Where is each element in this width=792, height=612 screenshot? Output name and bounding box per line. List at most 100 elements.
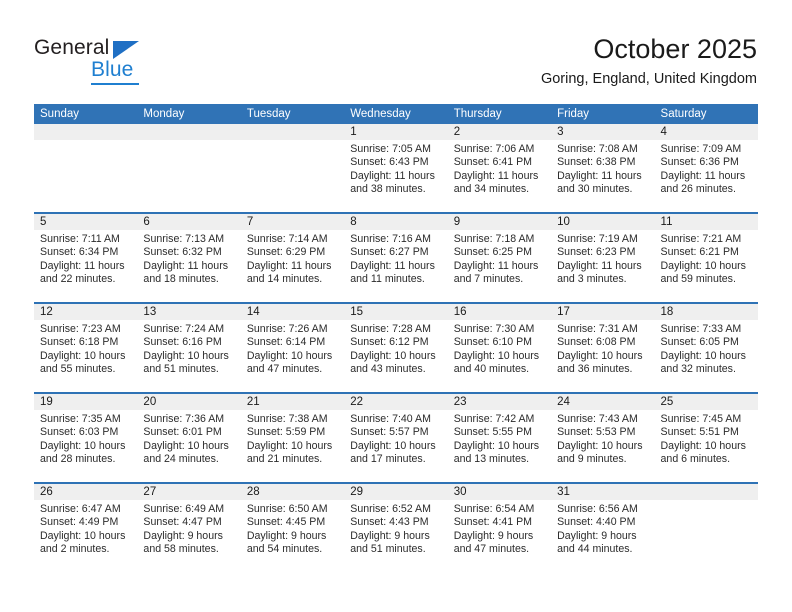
day-cell[interactable]: Sunrise: 6:47 AM Sunset: 4:49 PM Dayligh… — [34, 500, 137, 572]
day-number[interactable] — [655, 484, 758, 500]
day-cell[interactable]: Sunrise: 6:54 AM Sunset: 4:41 PM Dayligh… — [448, 500, 551, 572]
day-number[interactable]: 21 — [241, 394, 344, 410]
day-number[interactable]: 26 — [34, 484, 137, 500]
day-cell[interactable]: Sunrise: 7:38 AM Sunset: 5:59 PM Dayligh… — [241, 410, 344, 482]
day-number[interactable]: 7 — [241, 214, 344, 230]
day-number[interactable]: 31 — [551, 484, 654, 500]
sunrise-text: Sunrise: 7:11 AM — [40, 233, 120, 245]
weekday-header-wednesday: Wednesday — [350, 108, 411, 120]
day-cell[interactable]: Sunrise: 6:56 AM Sunset: 4:40 PM Dayligh… — [551, 500, 654, 572]
day-number[interactable] — [137, 124, 240, 140]
brand-logo[interactable]: General Blue — [34, 36, 234, 85]
day-cell[interactable]: Sunrise: 7:16 AM Sunset: 6:27 PM Dayligh… — [344, 230, 447, 302]
day-number[interactable]: 18 — [655, 304, 758, 320]
daylight-text-line1: Daylight: 11 hours — [453, 169, 539, 182]
sunrise-text: Sunrise: 6:50 AM — [246, 503, 328, 515]
day-cell[interactable] — [34, 140, 137, 212]
day-cell[interactable]: Sunrise: 7:23 AM Sunset: 6:18 PM Dayligh… — [34, 320, 137, 392]
day-number[interactable] — [241, 124, 344, 140]
day-cell[interactable]: Sunrise: 7:19 AM Sunset: 6:23 PM Dayligh… — [551, 230, 654, 302]
sunrise-text: Sunrise: 7:36 AM — [143, 413, 225, 425]
day-cell[interactable] — [655, 500, 758, 572]
day-cell[interactable]: Sunrise: 7:09 AM Sunset: 6:36 PM Dayligh… — [655, 140, 758, 212]
daylight-text-line2: and 22 minutes. — [40, 272, 116, 285]
week-row: 5 6 7 8 9 10 11 Sunrise: 7:11 AM Sunset:… — [34, 212, 758, 302]
sunrise-text: Sunrise: 7:33 AM — [660, 323, 742, 335]
day-cell[interactable]: Sunrise: 7:06 AM Sunset: 6:41 PM Dayligh… — [448, 140, 551, 212]
day-cell[interactable]: Sunrise: 7:36 AM Sunset: 6:01 PM Dayligh… — [137, 410, 240, 482]
day-cell[interactable]: Sunrise: 7:28 AM Sunset: 6:12 PM Dayligh… — [344, 320, 447, 392]
day-number[interactable]: 29 — [344, 484, 447, 500]
day-number[interactable]: 15 — [344, 304, 447, 320]
day-number[interactable]: 6 — [137, 214, 240, 230]
day-cell[interactable]: Sunrise: 7:14 AM Sunset: 6:29 PM Dayligh… — [241, 230, 344, 302]
day-number[interactable]: 10 — [551, 214, 654, 230]
day-number[interactable]: 30 — [448, 484, 551, 500]
day-cell[interactable]: Sunrise: 7:18 AM Sunset: 6:25 PM Dayligh… — [448, 230, 551, 302]
day-cell[interactable]: Sunrise: 6:50 AM Sunset: 4:45 PM Dayligh… — [241, 500, 344, 572]
sunrise-text: Sunrise: 7:28 AM — [350, 323, 431, 335]
day-cell[interactable]: Sunrise: 6:49 AM Sunset: 4:47 PM Dayligh… — [137, 500, 240, 572]
day-number[interactable]: 24 — [551, 394, 654, 410]
day-number[interactable]: 12 — [34, 304, 137, 320]
day-number[interactable]: 19 — [34, 394, 137, 410]
day-cell[interactable]: Sunrise: 7:30 AM Sunset: 6:10 PM Dayligh… — [448, 320, 551, 392]
day-cell[interactable]: Sunrise: 7:24 AM Sunset: 6:16 PM Dayligh… — [137, 320, 240, 392]
daylight-text-line1: Daylight: 11 hours — [557, 169, 642, 182]
day-cell[interactable]: Sunrise: 6:52 AM Sunset: 4:43 PM Dayligh… — [344, 500, 447, 572]
day-cell[interactable]: Sunrise: 7:43 AM Sunset: 5:53 PM Dayligh… — [551, 410, 654, 482]
day-number[interactable]: 1 — [344, 124, 447, 140]
day-cell[interactable]: Sunrise: 7:08 AM Sunset: 6:38 PM Dayligh… — [551, 140, 654, 212]
day-cell[interactable]: Sunrise: 7:13 AM Sunset: 6:32 PM Dayligh… — [137, 230, 240, 302]
day-cell[interactable]: Sunrise: 7:45 AM Sunset: 5:51 PM Dayligh… — [655, 410, 758, 482]
daylight-text-line2: and 24 minutes. — [143, 452, 219, 465]
day-cell[interactable]: Sunrise: 7:40 AM Sunset: 5:57 PM Dayligh… — [344, 410, 447, 482]
sunrise-text: Sunrise: 7:09 AM — [660, 143, 742, 155]
day-cell[interactable] — [241, 140, 344, 212]
day-cell[interactable]: Sunrise: 7:31 AM Sunset: 6:08 PM Dayligh… — [551, 320, 654, 392]
day-cell[interactable]: Sunrise: 7:11 AM Sunset: 6:34 PM Dayligh… — [34, 230, 137, 302]
sunset-text: Sunset: 5:59 PM — [246, 426, 326, 439]
weekday-header-friday: Friday — [557, 108, 590, 120]
day-cell[interactable]: Sunrise: 7:21 AM Sunset: 6:21 PM Dayligh… — [655, 230, 758, 302]
daylight-text-line2: and 38 minutes. — [350, 182, 426, 195]
daylight-text-line1: Daylight: 9 hours — [557, 529, 637, 542]
day-number[interactable]: 9 — [448, 214, 551, 230]
day-number[interactable]: 20 — [137, 394, 240, 410]
sunset-text: Sunset: 6:14 PM — [246, 336, 326, 349]
sunset-text: Sunset: 6:01 PM — [143, 426, 222, 439]
day-number[interactable]: 23 — [448, 394, 551, 410]
day-cell[interactable]: Sunrise: 7:05 AM Sunset: 6:43 PM Dayligh… — [344, 140, 447, 212]
day-cell[interactable]: Sunrise: 7:35 AM Sunset: 6:03 PM Dayligh… — [34, 410, 137, 482]
daylight-text-line1: Daylight: 10 hours — [40, 349, 126, 362]
day-number[interactable] — [34, 124, 137, 140]
daylight-text-line2: and 47 minutes. — [246, 362, 323, 375]
day-number[interactable]: 13 — [137, 304, 240, 320]
week-day-numbers: 5 6 7 8 9 10 11 — [34, 214, 758, 230]
day-number[interactable]: 25 — [655, 394, 758, 410]
day-cell[interactable] — [137, 140, 240, 212]
week-day-details: Sunrise: 7:11 AM Sunset: 6:34 PM Dayligh… — [34, 230, 758, 302]
day-number[interactable]: 27 — [137, 484, 240, 500]
day-cell[interactable]: Sunrise: 7:33 AM Sunset: 6:05 PM Dayligh… — [655, 320, 758, 392]
day-number[interactable]: 8 — [344, 214, 447, 230]
day-cell[interactable]: Sunrise: 7:26 AM Sunset: 6:14 PM Dayligh… — [241, 320, 344, 392]
sunrise-text: Sunrise: 7:08 AM — [557, 143, 638, 155]
sunset-text: Sunset: 6:43 PM — [350, 156, 429, 169]
day-number[interactable]: 5 — [34, 214, 137, 230]
day-number[interactable]: 14 — [241, 304, 344, 320]
day-number[interactable]: 2 — [448, 124, 551, 140]
day-number[interactable]: 4 — [655, 124, 758, 140]
daylight-text-line1: Daylight: 10 hours — [557, 439, 643, 452]
day-number[interactable]: 28 — [241, 484, 344, 500]
day-number[interactable]: 11 — [655, 214, 758, 230]
day-number[interactable]: 17 — [551, 304, 654, 320]
day-cell[interactable]: Sunrise: 7:42 AM Sunset: 5:55 PM Dayligh… — [448, 410, 551, 482]
daylight-text-line1: Daylight: 10 hours — [453, 349, 540, 362]
sunset-text: Sunset: 5:57 PM — [350, 426, 429, 439]
day-number[interactable]: 3 — [551, 124, 654, 140]
day-number[interactable]: 16 — [448, 304, 551, 320]
week-day-numbers: 26 27 28 29 30 31 — [34, 484, 758, 500]
day-number[interactable]: 22 — [344, 394, 447, 410]
sunset-text: Sunset: 5:55 PM — [453, 426, 533, 439]
